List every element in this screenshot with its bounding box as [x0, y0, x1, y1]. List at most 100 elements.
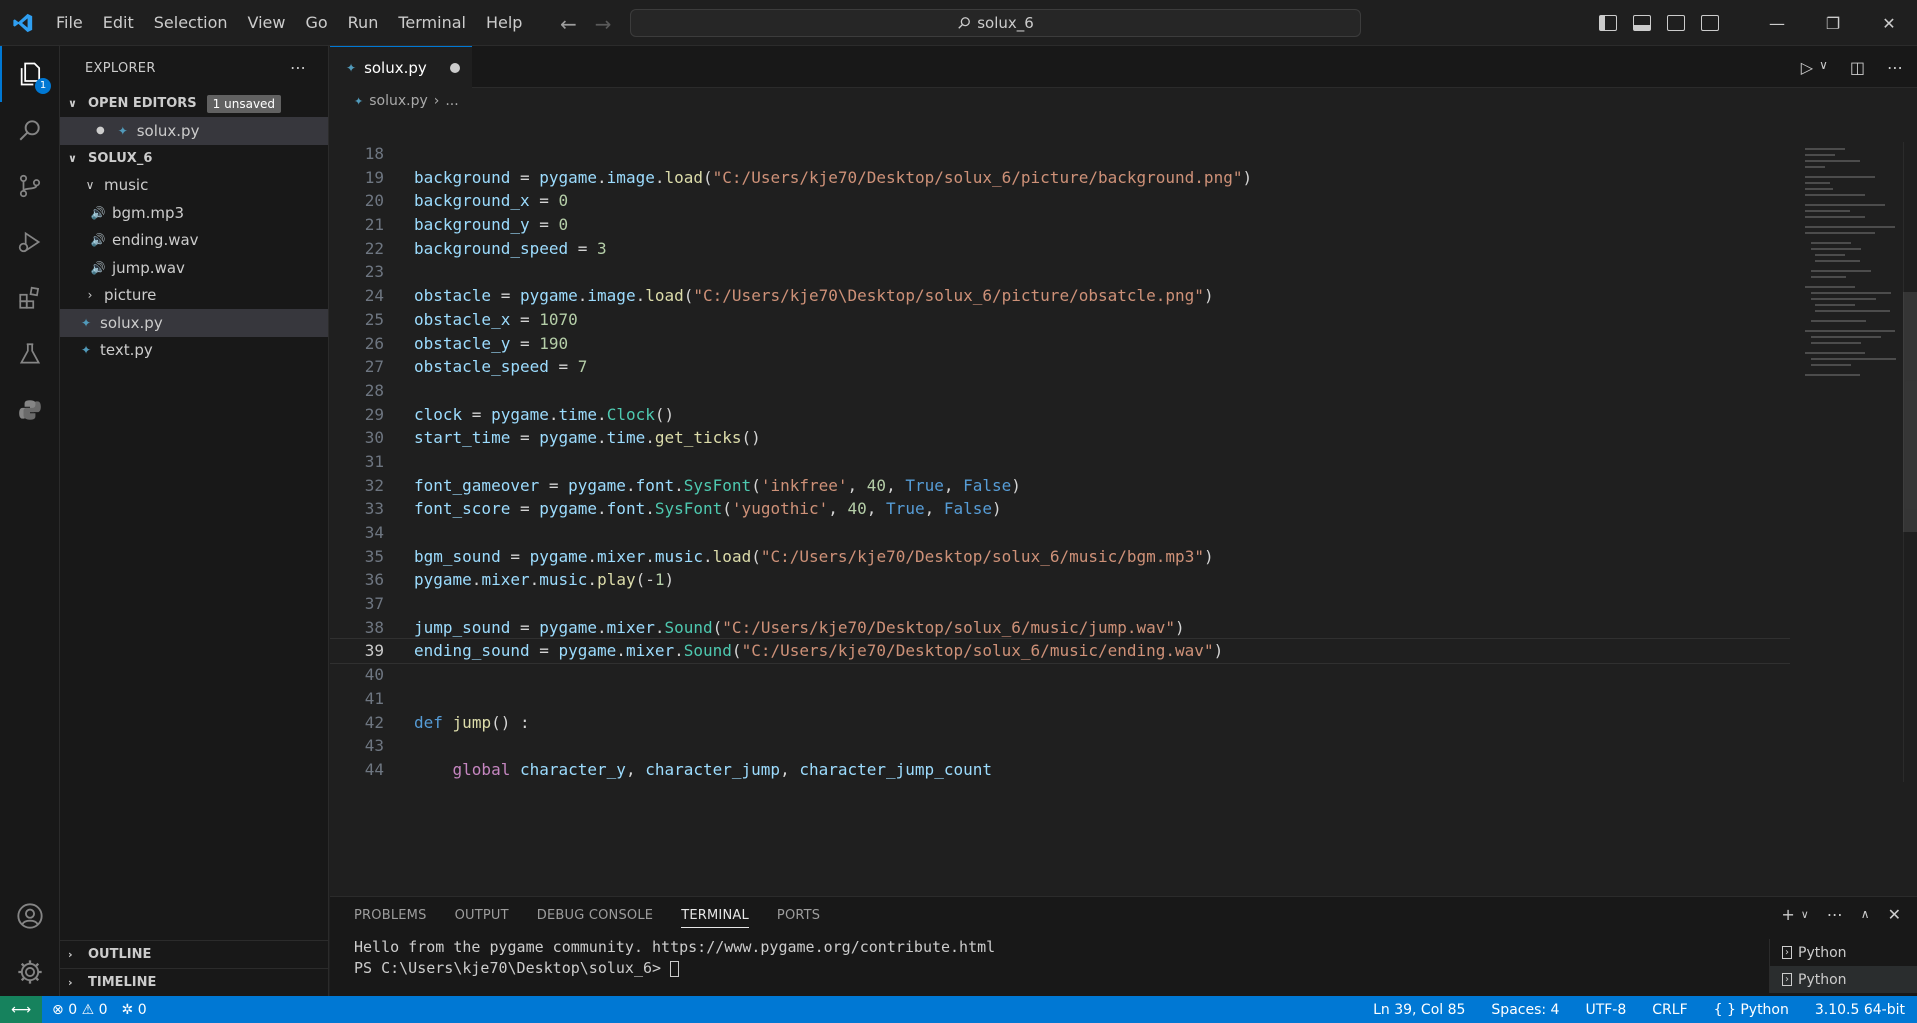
code-line[interactable]: 35 bgm_sound = pygame.mixer.music.load("C…: [330, 545, 1790, 569]
code-line[interactable]: 27 obstacle_speed = 7: [330, 355, 1790, 379]
open-editors-section[interactable]: ∨ OPEN EDITORS 1 unsaved: [60, 90, 328, 117]
testing-activity[interactable]: [0, 326, 60, 382]
tree-item-jump[interactable]: 🔊 jump.wav: [60, 254, 328, 282]
unsaved-dot-icon[interactable]: [450, 62, 460, 73]
code-line[interactable]: 32 font_gameover = pygame.font.SysFont('i…: [330, 474, 1790, 498]
search-activity[interactable]: [0, 102, 60, 158]
vertical-scrollbar[interactable]: [1903, 142, 1917, 782]
tab-ports[interactable]: PORTS: [777, 908, 820, 923]
code-line[interactable]: 37: [330, 592, 1790, 616]
tab-debug-console[interactable]: DEBUG CONSOLE: [537, 908, 653, 923]
close-icon[interactable]: ✕: [1861, 14, 1917, 33]
code-line[interactable]: 40: [330, 663, 1790, 687]
tree-item-bgm[interactable]: 🔊 bgm.mp3: [60, 199, 328, 227]
timeline-section[interactable]: › TIMELINE: [60, 968, 329, 995]
python-interpreter[interactable]: 3.10.5 64-bit: [1815, 1002, 1905, 1018]
python-activity[interactable]: [0, 382, 60, 438]
new-terminal-icon[interactable]: +: [1781, 905, 1794, 924]
menu-go[interactable]: Go: [295, 13, 337, 32]
menu-edit[interactable]: Edit: [93, 13, 144, 32]
back-arrow-icon[interactable]: ←: [560, 12, 577, 36]
more-actions-icon[interactable]: ⋯: [1887, 58, 1903, 77]
code-line[interactable]: 23: [330, 260, 1790, 284]
code-line[interactable]: 18: [330, 142, 1790, 166]
code-line[interactable]: 20 background_x = 0: [330, 189, 1790, 213]
accounts-activity[interactable]: [0, 888, 60, 944]
open-editor-item[interactable]: ● ✦ solux.py: [60, 117, 328, 145]
code-line[interactable]: 21 background_y = 0: [330, 213, 1790, 237]
terminal-instance[interactable]: › Python: [1770, 966, 1917, 993]
minimize-icon[interactable]: —: [1749, 14, 1805, 33]
restore-icon[interactable]: ❐: [1805, 14, 1861, 33]
manage-activity[interactable]: [0, 944, 60, 1000]
split-editor-icon[interactable]: ◫: [1850, 58, 1865, 77]
code-line[interactable]: 26 obstacle_y = 190: [330, 332, 1790, 356]
code-line[interactable]: 22 background_speed = 3: [330, 237, 1790, 261]
explorer-activity[interactable]: 1: [0, 46, 60, 102]
code-line[interactable]: 36 pygame.mixer.music.play(-1): [330, 568, 1790, 592]
code-line[interactable]: 39 ending_sound = pygame.mixer.Sound("C:/…: [330, 638, 1790, 665]
code-line[interactable]: 28: [330, 379, 1790, 403]
line-endings[interactable]: CRLF: [1652, 1002, 1687, 1018]
breadcrumb-file[interactable]: solux.py: [369, 93, 428, 109]
outline-section[interactable]: › OUTLINE: [60, 940, 329, 967]
tree-item-ending[interactable]: 🔊 ending.wav: [60, 227, 328, 255]
minimap[interactable]: [1797, 142, 1907, 382]
language-mode[interactable]: { } Python: [1714, 1002, 1789, 1018]
menu-terminal[interactable]: Terminal: [388, 13, 476, 32]
run-debug-activity[interactable]: [0, 214, 60, 270]
menu-run[interactable]: Run: [338, 13, 389, 32]
more-actions-icon[interactable]: ⋯: [1827, 905, 1843, 924]
tree-item-text[interactable]: ✦ text.py: [60, 337, 328, 365]
menu-file[interactable]: File: [46, 13, 93, 32]
toggle-secondary-sidebar-icon[interactable]: [1667, 15, 1685, 31]
code-line[interactable]: 29 clock = pygame.time.Clock(): [330, 403, 1790, 427]
ports-status[interactable]: ✲ 0: [122, 1002, 147, 1018]
terminal-output[interactable]: Hello from the pygame community. https:/…: [330, 937, 1917, 979]
code-line[interactable]: 30 start_time = pygame.time.get_ticks(): [330, 426, 1790, 450]
extensions-activity[interactable]: [0, 270, 60, 326]
tab-solux-py[interactable]: ✦ solux.py: [330, 46, 472, 88]
tree-item-solux[interactable]: ✦ solux.py: [60, 309, 328, 337]
chevron-down-icon[interactable]: ∨: [1819, 58, 1828, 77]
run-python-file-icon[interactable]: ▷: [1801, 58, 1813, 77]
tab-problems[interactable]: PROBLEMS: [354, 908, 427, 923]
breadcrumb-symbol[interactable]: ...: [445, 93, 458, 109]
scrollbar-thumb[interactable]: [1903, 292, 1917, 532]
tree-item-picture[interactable]: › picture: [60, 282, 328, 310]
indentation[interactable]: Spaces: 4: [1491, 1002, 1559, 1018]
source-control-activity[interactable]: [0, 158, 60, 214]
code-line[interactable]: 38 jump_sound = pygame.mixer.Sound("C:/Us…: [330, 616, 1790, 640]
project-section[interactable]: ∨ SOLUX_6: [60, 145, 328, 172]
encoding[interactable]: UTF-8: [1585, 1002, 1626, 1018]
toggle-primary-sidebar-icon[interactable]: [1599, 15, 1617, 31]
code-line[interactable]: 34: [330, 521, 1790, 545]
maximize-panel-icon[interactable]: ∧: [1861, 907, 1870, 924]
code-line[interactable]: 25 obstacle_x = 1070: [330, 308, 1790, 332]
menu-view[interactable]: View: [238, 13, 296, 32]
code-line[interactable]: 44 global character_y, character_jump, c…: [330, 758, 1790, 782]
menu-selection[interactable]: Selection: [144, 13, 238, 32]
forward-arrow-icon[interactable]: →: [595, 12, 612, 36]
chevron-down-icon[interactable]: ∨: [1801, 908, 1809, 924]
code-editor[interactable]: 18 19 background = pygame.image.load("C:/U…: [330, 142, 1790, 782]
problems-status[interactable]: ⊗ 0 ⚠ 0: [52, 1002, 108, 1018]
menu-help[interactable]: Help: [476, 13, 532, 32]
toggle-panel-icon[interactable]: [1633, 15, 1651, 31]
tab-terminal[interactable]: TERMINAL: [681, 908, 749, 928]
cursor-position[interactable]: Ln 39, Col 85: [1373, 1002, 1465, 1018]
code-line[interactable]: 33 font_score = pygame.font.SysFont('yugo…: [330, 497, 1790, 521]
tree-item-music[interactable]: ∨ music: [60, 172, 328, 200]
terminal-instance[interactable]: › Python: [1770, 939, 1917, 966]
code-line[interactable]: 43: [330, 734, 1790, 758]
close-panel-icon[interactable]: ✕: [1888, 905, 1901, 924]
tab-output[interactable]: OUTPUT: [455, 908, 509, 923]
code-line[interactable]: 24 obstacle = pygame.image.load("C:/Users…: [330, 284, 1790, 308]
more-actions-icon[interactable]: ⋯: [290, 58, 306, 77]
code-line[interactable]: 42 def jump() :: [330, 711, 1790, 735]
code-line[interactable]: 31: [330, 450, 1790, 474]
command-center-search[interactable]: solux_6: [630, 9, 1361, 37]
code-line[interactable]: 19 background = pygame.image.load("C:/Use…: [330, 166, 1790, 190]
customize-layout-icon[interactable]: [1701, 15, 1719, 31]
remote-indicator[interactable]: ⟷: [0, 996, 42, 1023]
